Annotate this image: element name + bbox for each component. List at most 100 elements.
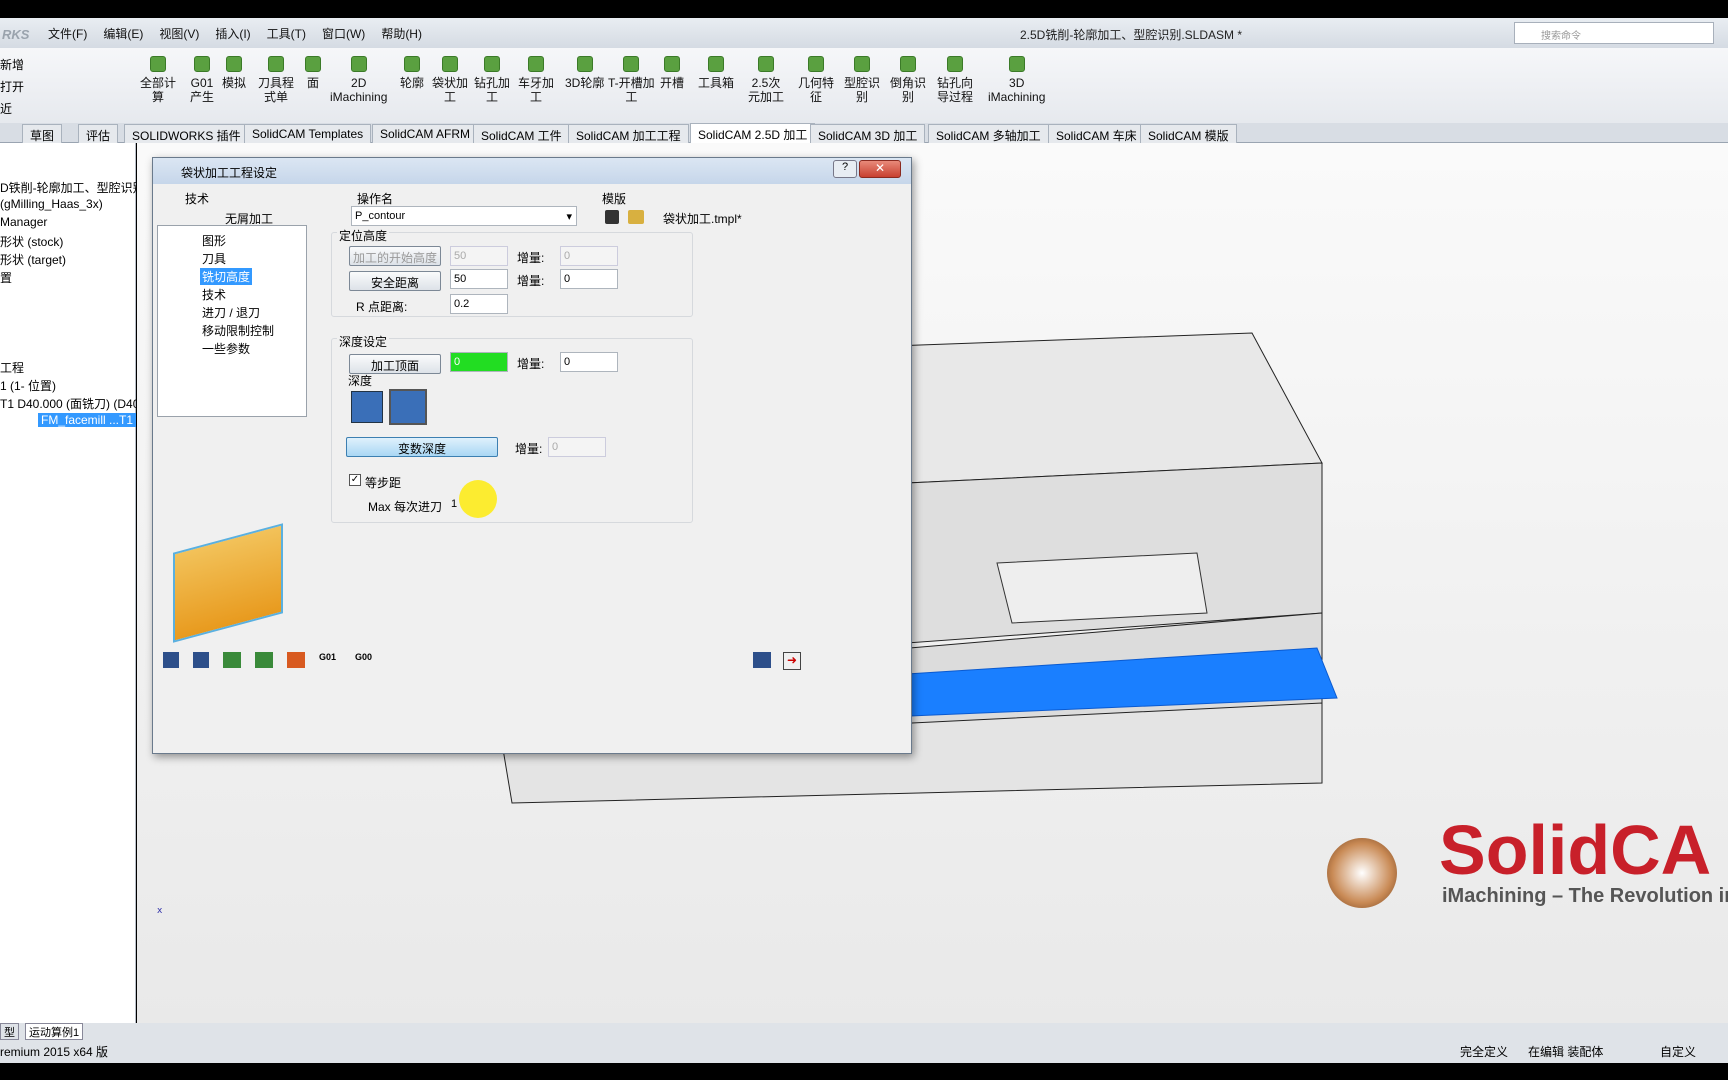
- upper-level-button[interactable]: 加工顶面: [349, 354, 441, 374]
- command-tab[interactable]: SolidCAM 3D 加工: [810, 124, 926, 143]
- ribbon-button[interactable]: 2D iMachining: [330, 56, 387, 104]
- save-template-icon[interactable]: [605, 210, 619, 224]
- ribbon-button[interactable]: 型腔识 别: [844, 56, 880, 104]
- help-button[interactable]: ?: [833, 160, 857, 178]
- ribbon-command-icon: [226, 56, 242, 72]
- max-step-field[interactable]: 1: [451, 498, 457, 510]
- ribbon-button[interactable]: 工具箱: [698, 56, 734, 90]
- tree-item-selected[interactable]: FM_facemill ...T1: [38, 413, 137, 427]
- menu-view[interactable]: 视图(V): [159, 25, 199, 42]
- close-button[interactable]: ✕: [859, 160, 901, 178]
- ribbon-button[interactable]: 3D轮廓: [565, 56, 604, 90]
- command-tab[interactable]: SolidCAM 工件: [473, 124, 570, 143]
- tree-item[interactable]: D铁削-轮廓加工、型腔识别: [0, 179, 145, 196]
- menu-tools[interactable]: 工具(T): [267, 25, 306, 42]
- cmd-open[interactable]: 打开: [0, 76, 24, 98]
- start-height-field[interactable]: 50: [450, 246, 508, 266]
- nav-technology[interactable]: 技术: [202, 286, 226, 303]
- ribbon-button[interactable]: G01 产生: [190, 56, 214, 104]
- ribbon-button[interactable]: 全部计 算: [140, 56, 176, 104]
- nav-tool[interactable]: 刀具: [202, 250, 226, 267]
- calculate-icon[interactable]: [287, 652, 305, 668]
- r-distance-field[interactable]: 0.2: [450, 294, 508, 314]
- menu-file[interactable]: 文件(F): [48, 25, 87, 42]
- ribbon-button[interactable]: 钻孔加 工: [474, 56, 510, 104]
- ribbon-button[interactable]: 倒角识 别: [890, 56, 926, 104]
- safe-inc-field[interactable]: 0: [560, 269, 618, 289]
- tree-item[interactable]: 形状 (target): [0, 251, 66, 268]
- cmd-new[interactable]: 新增: [0, 54, 24, 76]
- tree-item[interactable]: T1 D40.000 (面铣刀) (D40: [0, 395, 139, 412]
- command-tab[interactable]: SolidCAM 加工工程: [568, 124, 689, 143]
- tree-item[interactable]: Manager: [0, 215, 47, 229]
- equal-step-checkbox[interactable]: ✓: [349, 474, 361, 486]
- ribbon-button[interactable]: 几何特 征: [798, 56, 834, 104]
- menu-edit[interactable]: 编辑(E): [103, 25, 143, 42]
- ribbon-button[interactable]: T-开槽加 工: [608, 56, 655, 104]
- menu-window[interactable]: 窗口(W): [322, 25, 365, 42]
- tree-item[interactable]: 工程: [0, 359, 24, 376]
- tree-item[interactable]: (gMilling_Haas_3x): [0, 197, 103, 211]
- variable-depth-button[interactable]: 变数深度: [346, 437, 498, 457]
- upper-level-field[interactable]: 0: [450, 352, 508, 372]
- save-exit-icon[interactable]: [753, 652, 771, 668]
- ribbon-button[interactable]: 钻孔向 导过程: [937, 56, 973, 104]
- cmd-recent[interactable]: 近: [0, 98, 24, 120]
- top-inc-field[interactable]: 0: [560, 352, 618, 372]
- menu-insert[interactable]: 插入(I): [215, 25, 250, 42]
- command-tab[interactable]: SolidCAM 车床: [1048, 124, 1145, 143]
- nav-levels-selected[interactable]: 铣切高度: [200, 268, 253, 285]
- bottom-tab-motion[interactable]: 运动算例1: [25, 1023, 84, 1040]
- gcode-simulate-icon[interactable]: G00: [355, 652, 377, 668]
- start-height-button[interactable]: 加工的开始高度: [349, 246, 441, 266]
- save-calc-icon[interactable]: [255, 652, 273, 668]
- exit-icon[interactable]: ➜: [783, 652, 801, 670]
- ribbon-button[interactable]: 轮廓: [400, 56, 424, 90]
- depth-type-icon[interactable]: [351, 391, 383, 423]
- command-tab[interactable]: 草图: [22, 124, 63, 143]
- safety-distance-field[interactable]: 50: [450, 269, 508, 289]
- ribbon-button[interactable]: 刀具程 式单: [258, 56, 294, 104]
- ribbon-button[interactable]: 3D iMachining: [988, 56, 1045, 104]
- status-units[interactable]: 自定义: [1660, 1043, 1696, 1060]
- menu-help[interactable]: 帮助(H): [381, 25, 422, 42]
- ribbon-button[interactable]: 开槽: [660, 56, 684, 90]
- command-tab[interactable]: 评估: [78, 124, 119, 143]
- opname-select[interactable]: P_contour ▾: [351, 206, 577, 226]
- brand-tagline: iMachining – The Revolution in: [1442, 885, 1728, 907]
- command-tab[interactable]: SolidCAM AFRM: [372, 124, 479, 143]
- tree-item[interactable]: 置: [0, 269, 12, 286]
- command-tab[interactable]: SolidCAM 2.5D 加工: [690, 123, 816, 144]
- ribbon-button[interactable]: 面: [305, 56, 321, 90]
- depth-type-selected-icon[interactable]: [389, 389, 427, 425]
- var-inc-field[interactable]: 0: [548, 437, 606, 457]
- command-tab[interactable]: SolidCAM Templates: [244, 124, 372, 143]
- nav-link[interactable]: 进刀 / 退刀: [202, 304, 260, 321]
- ribbon-button[interactable]: 模拟: [222, 56, 246, 90]
- start-inc-field[interactable]: 0: [560, 246, 618, 266]
- safety-distance-button[interactable]: 安全距离: [349, 271, 441, 291]
- ribbon-button[interactable]: 车牙加 工: [518, 56, 554, 104]
- menu-bar: 文件(F) 编辑(E) 视图(V) 插入(I) 工具(T) 窗口(W) 帮助(H…: [48, 18, 438, 48]
- solidcam-logo-icon: [1327, 838, 1397, 908]
- tree-item[interactable]: 1 (1- 位置): [0, 377, 56, 394]
- svg-text:x: x: [157, 906, 163, 916]
- nav-motion-limits[interactable]: 移动限制控制: [202, 322, 274, 339]
- save-copy-icon[interactable]: [223, 652, 241, 668]
- command-tab[interactable]: SolidCAM 多轴加工: [928, 124, 1049, 143]
- tree-item[interactable]: 形状 (stock): [0, 233, 63, 250]
- command-tab[interactable]: SOLIDWORKS 插件: [124, 124, 249, 143]
- save-as-icon[interactable]: [193, 652, 209, 668]
- nav-geometry[interactable]: 图形: [202, 232, 226, 249]
- bottom-tab-model[interactable]: 型: [0, 1023, 19, 1040]
- ribbon-button[interactable]: 2.5次 元加工: [748, 56, 784, 104]
- command-tab[interactable]: SolidCAM 模版: [1140, 124, 1237, 143]
- search-input[interactable]: 搜索命令: [1514, 22, 1714, 44]
- ribbon-button[interactable]: 袋状加 工: [432, 56, 468, 104]
- pocket-preview-image: [173, 523, 283, 643]
- equal-step-label: 等步距: [365, 476, 402, 490]
- save-icon[interactable]: [163, 652, 179, 668]
- nav-misc[interactable]: 一些参数: [202, 340, 250, 357]
- gcode-generate-icon[interactable]: G01: [319, 652, 341, 668]
- open-template-icon[interactable]: [628, 210, 644, 224]
